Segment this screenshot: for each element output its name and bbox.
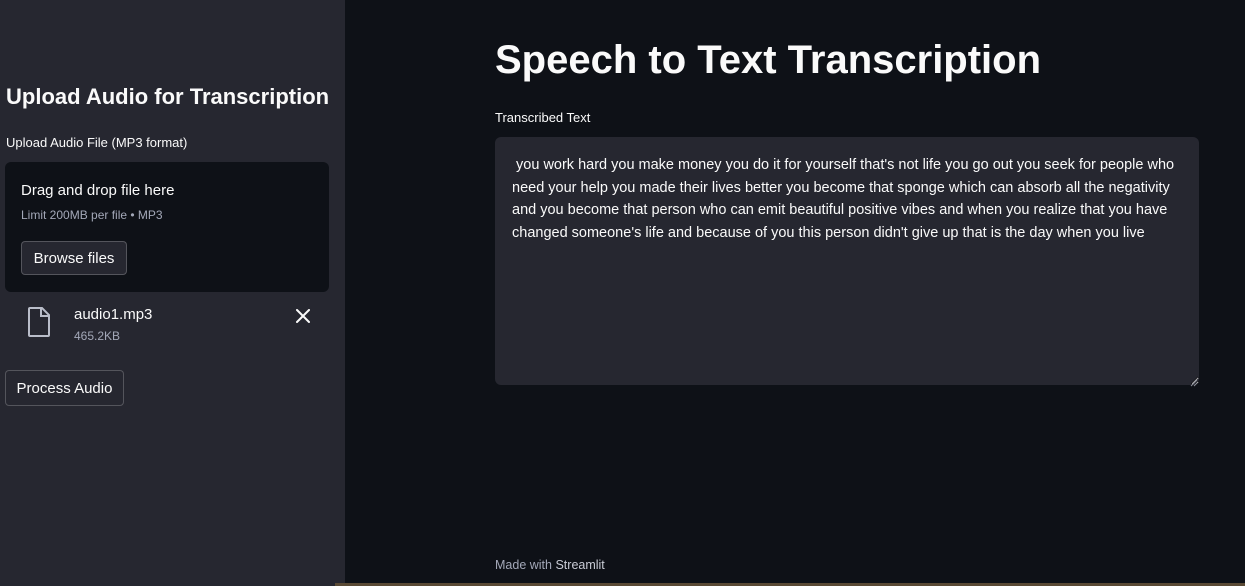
dropzone-title: Drag and drop file here bbox=[21, 182, 175, 199]
page-title: Speech to Text Transcription bbox=[495, 38, 1042, 82]
main-content: Speech to Text Transcription Transcribed… bbox=[345, 0, 1245, 586]
file-name: audio1.mp3 bbox=[74, 306, 153, 323]
file-icon bbox=[27, 307, 51, 337]
upload-label: Upload Audio File (MP3 format) bbox=[6, 135, 188, 150]
close-icon[interactable] bbox=[291, 304, 315, 328]
file-size: 465.2KB bbox=[74, 329, 121, 343]
dropzone-limit: Limit 200MB per file • MP3 bbox=[21, 208, 163, 222]
uploaded-file: audio1.mp3 465.2KB bbox=[5, 300, 329, 350]
resize-handle-icon[interactable] bbox=[1188, 374, 1198, 387]
sidebar: Upload Audio for Transcription Upload Au… bbox=[0, 0, 345, 586]
process-audio-button[interactable]: Process Audio bbox=[5, 370, 124, 406]
footer-prefix: Made with bbox=[495, 558, 552, 572]
transcribed-text-label: Transcribed Text bbox=[495, 110, 591, 125]
file-dropzone[interactable]: Drag and drop file here Limit 200MB per … bbox=[5, 162, 329, 292]
browse-files-button[interactable]: Browse files bbox=[21, 241, 127, 275]
sidebar-title: Upload Audio for Transcription bbox=[6, 84, 330, 109]
footer-brand-link[interactable]: Streamlit bbox=[555, 558, 604, 572]
footer: Made with Streamlit bbox=[495, 558, 605, 572]
transcribed-text-area[interactable]: you work hard you make money you do it f… bbox=[495, 137, 1199, 385]
